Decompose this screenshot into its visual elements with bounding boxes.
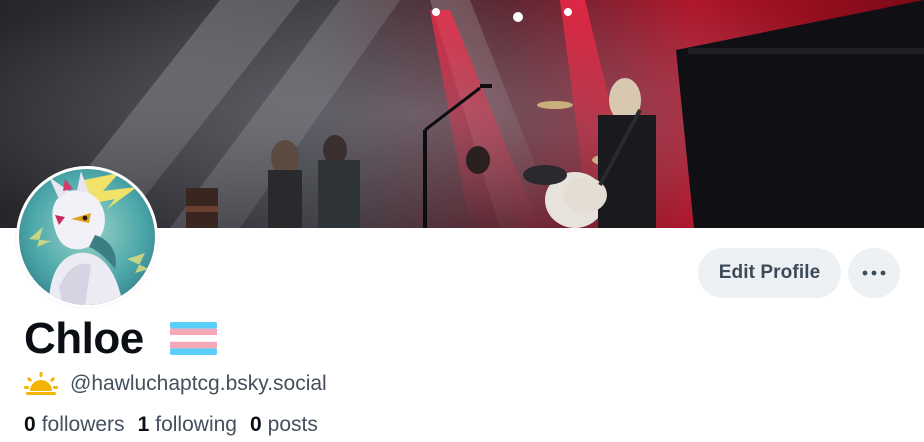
edit-profile-button[interactable]: Edit Profile: [698, 248, 841, 298]
ellipsis-icon: [862, 270, 886, 276]
profile-avatar[interactable]: [16, 166, 158, 308]
posts-count: 0: [249, 413, 262, 436]
handle-row: @hawluchaptcg.bsky.social: [24, 369, 327, 399]
followers-label: followers: [41, 413, 125, 436]
more-options-button[interactable]: [848, 248, 900, 298]
display-name: Chloe: [24, 314, 144, 363]
profile-stats: 0 followers 1 following 0 posts: [24, 410, 331, 440]
sunrise-icon: [24, 372, 58, 395]
followers-link[interactable]: 0 followers: [24, 413, 125, 437]
following-label: following: [155, 413, 237, 436]
profile-page: Edit Profile Chloe @hawluchaptcg.bsky.so: [0, 0, 924, 442]
followers-count: 0: [24, 413, 36, 436]
edit-profile-label: Edit Profile: [718, 262, 821, 283]
transgender-flag-icon: [170, 322, 217, 355]
avatar-image: [19, 169, 155, 305]
posts-label: posts: [267, 413, 318, 436]
profile-handle: @hawluchaptcg.bsky.social: [70, 372, 327, 395]
following-count: 1: [137, 413, 150, 436]
posts-stat: 0 posts: [250, 413, 318, 437]
following-link[interactable]: 1 following: [138, 413, 237, 437]
